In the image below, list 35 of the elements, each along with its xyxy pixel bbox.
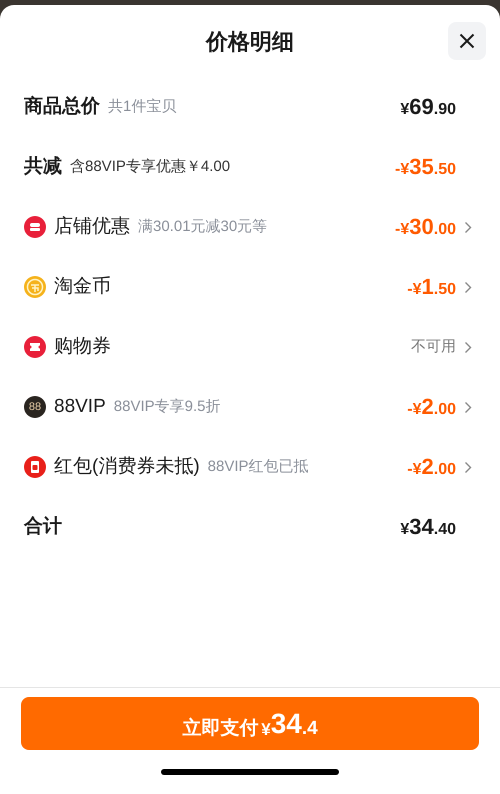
status-text: 不可用	[411, 336, 456, 357]
envelope-icon	[24, 456, 46, 478]
row-note: 满30.01元减30元等	[138, 216, 268, 237]
row-label: 红包(消费券未抵)	[54, 454, 200, 479]
pay-now-button[interactable]: 立即支付¥34.4	[21, 697, 479, 750]
sheet-title: 价格明细	[206, 28, 294, 56]
price: -¥35.50	[395, 156, 456, 178]
price: -¥1.50	[407, 276, 456, 298]
price: -¥2.00	[407, 456, 456, 478]
row-note: 88VIP专享9.5折	[114, 396, 220, 417]
row-label: 店铺优惠	[54, 214, 130, 239]
row-note: 88VIP红包已抵	[208, 456, 309, 477]
price: -¥2.00	[407, 396, 456, 418]
row-label: 合计	[24, 514, 62, 539]
row-label: 共减	[24, 154, 62, 179]
store-icon	[24, 216, 46, 238]
row-label: 88VIP	[54, 394, 106, 419]
row-label: 商品总价	[24, 94, 100, 119]
coin-icon	[24, 276, 46, 298]
row-note: 含88VIP专享优惠￥4.00	[70, 156, 230, 177]
close-button[interactable]	[448, 22, 486, 60]
price: ¥34.40	[400, 516, 456, 538]
chevron-right-icon	[464, 460, 472, 474]
chevron-right-icon	[464, 220, 472, 234]
row-label: 购物券	[54, 334, 111, 359]
chevron-right-icon	[464, 340, 472, 354]
price: -¥30.00	[395, 216, 456, 238]
close-icon	[459, 33, 475, 49]
ticket-icon	[24, 336, 46, 358]
row-note: 共1件宝贝	[108, 96, 176, 117]
row-label: 淘金币	[54, 274, 111, 299]
price: ¥69.90	[400, 96, 456, 118]
vip-badge-icon: 88	[24, 396, 46, 418]
chevron-right-icon	[464, 280, 472, 294]
chevron-right-icon	[464, 400, 472, 414]
